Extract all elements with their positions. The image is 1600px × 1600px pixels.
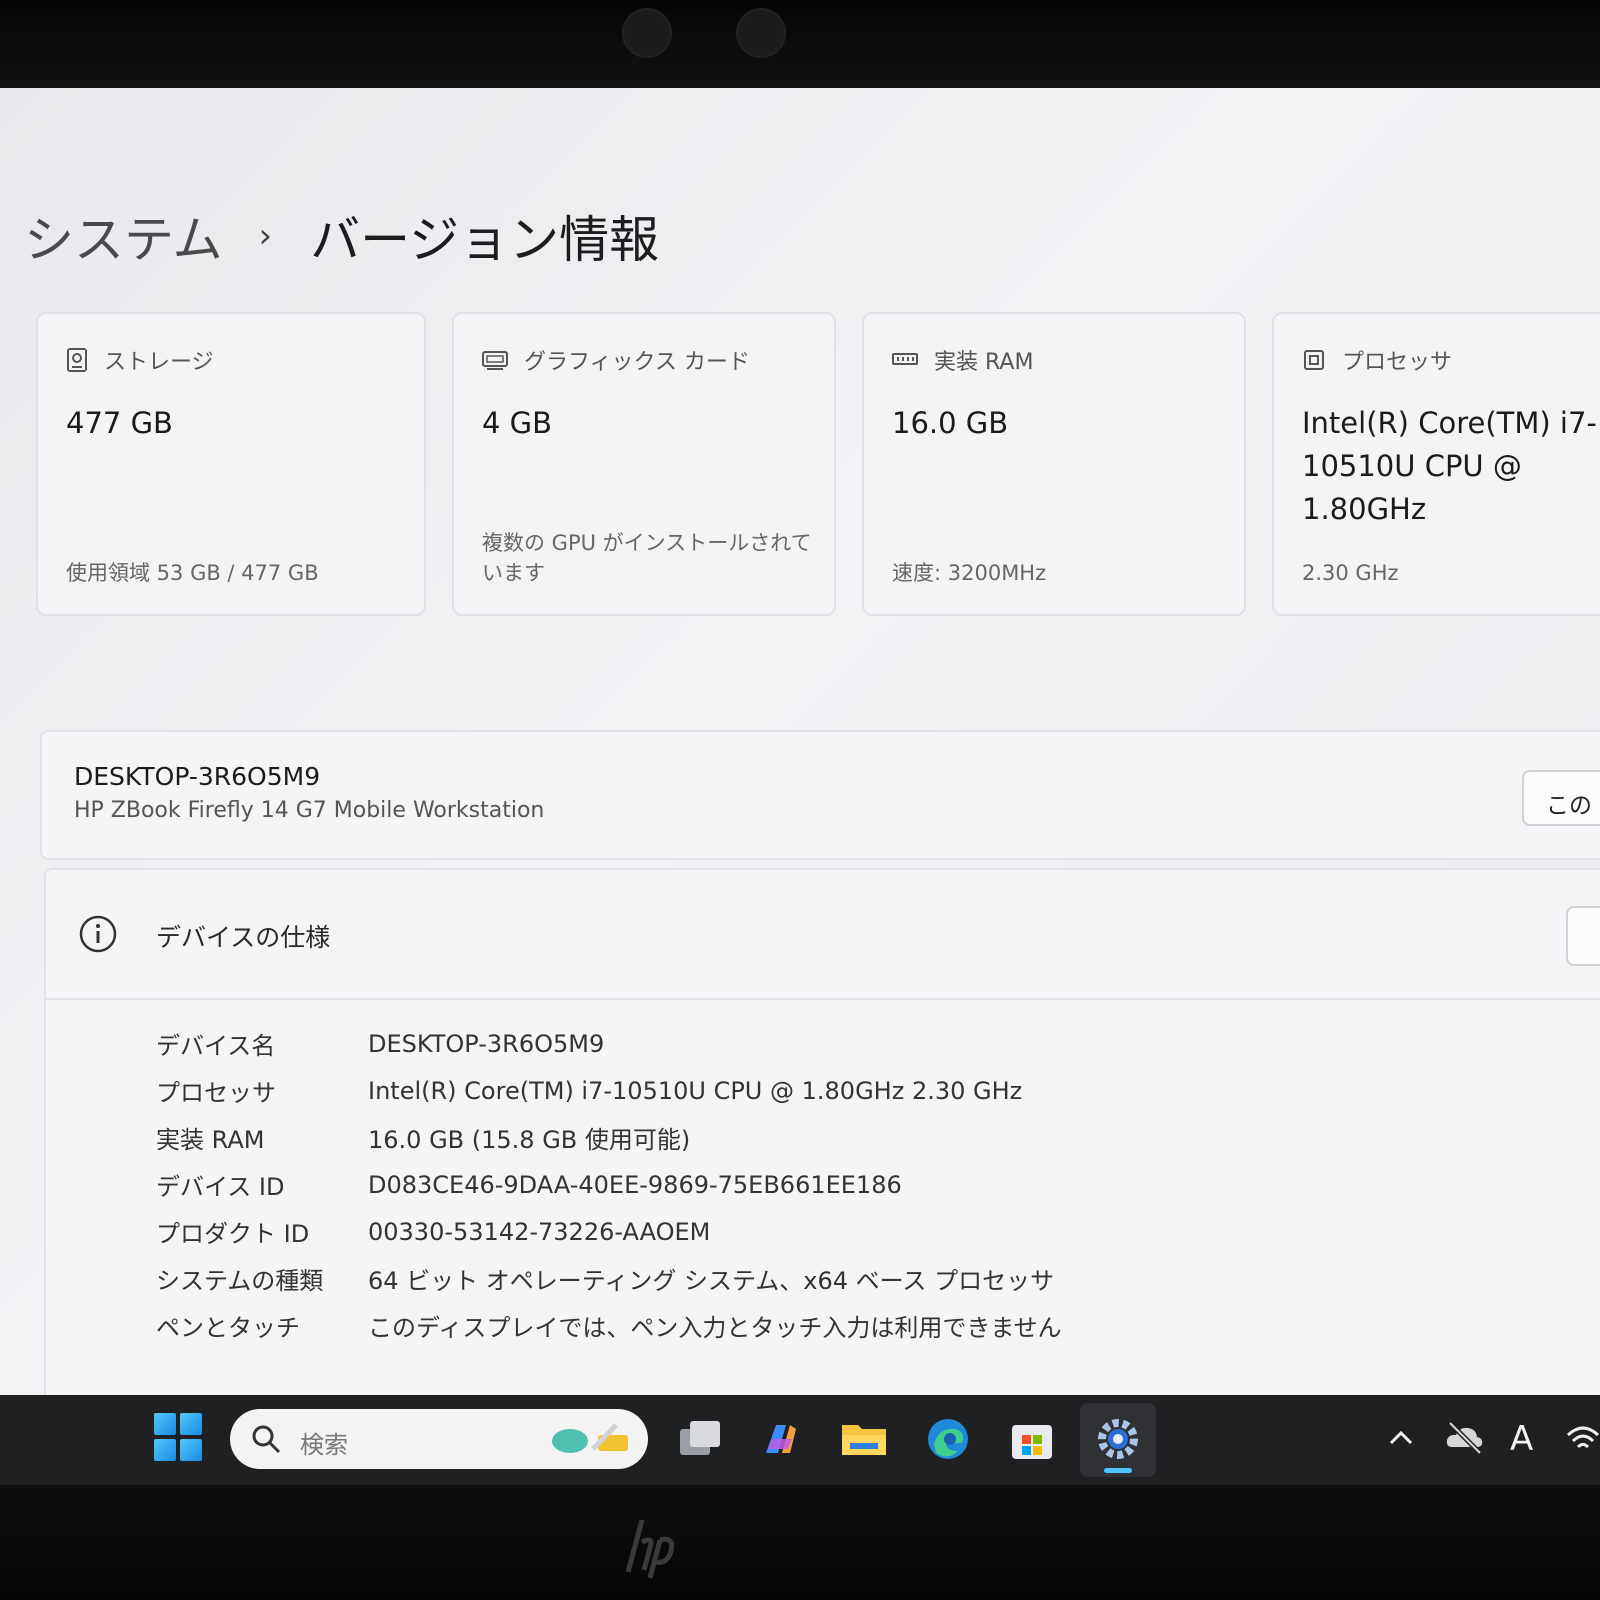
spec-key: システムの種類	[156, 1267, 324, 1295]
card-subtext: 複数の GPU がインストールされています	[482, 531, 812, 585]
task-view-icon[interactable]	[676, 1415, 724, 1463]
chevron-up-icon[interactable]	[1386, 1423, 1416, 1453]
spec-key: デバイス名	[156, 1032, 276, 1060]
search-placeholder: 検索	[300, 1431, 348, 1459]
taskbar-search[interactable]: 検索	[230, 1409, 648, 1469]
spec-key: デバイス ID	[156, 1173, 285, 1201]
spec-value: Intel(R) Core(TM) i7-10510U CPU @ 1.80GH…	[368, 1076, 1023, 1105]
spec-value: 64 ビット オペレーティング システム、x64 ベース プロセッサ	[368, 1267, 1055, 1295]
search-highlight-icon	[552, 1423, 628, 1453]
hp-logo	[625, 1519, 675, 1579]
card-subtext: 使用領域 53 GB / 477 GB	[66, 561, 319, 585]
card-value: 16.0 GB	[892, 406, 1009, 440]
device-name: DESKTOP-3R6O5M9	[74, 762, 321, 791]
chevron-right-icon: ›	[258, 216, 273, 256]
card-processor[interactable]: プロセッサ Intel(R) Core(TM) i7-10510U CPU @ …	[1272, 312, 1600, 616]
card-graphics[interactable]: グラフィックス カード 4 GB 複数の GPU がインストールされています	[452, 312, 836, 616]
ime-indicator[interactable]: A	[1510, 1419, 1533, 1459]
spec-value: DESKTOP-3R6O5M9	[368, 1029, 605, 1058]
rename-pc-button[interactable]: この F	[1522, 770, 1600, 826]
file-explorer-icon[interactable]	[840, 1415, 888, 1463]
settings-icon	[1098, 1419, 1138, 1459]
spec-value: 16.0 GB (15.8 GB 使用可能)	[368, 1126, 691, 1154]
card-ram[interactable]: 実装 RAM 16.0 GB 速度: 3200MHz	[862, 312, 1246, 616]
device-model: HP ZBook Firefly 14 G7 Mobile Workstatio…	[74, 798, 545, 823]
card-value: 4 GB	[482, 406, 553, 440]
device-name-bar: DESKTOP-3R6O5M9 HP ZBook Firefly 14 G7 M…	[40, 730, 1600, 860]
card-value: Intel(R) Core(TM) i7-10510U CPU @ 1.80GH…	[1302, 406, 1597, 526]
spec-key: プロセッサ	[156, 1079, 276, 1107]
taskbar: 検索 A	[0, 1395, 1600, 1485]
spec-value: 00330-53142-73226-AAOEM	[368, 1217, 711, 1246]
search-icon	[252, 1425, 281, 1454]
card-label: 実装 RAM	[934, 350, 1034, 375]
processor-icon	[1304, 350, 1324, 370]
edge-icon[interactable]	[924, 1415, 972, 1463]
spec-value: D083CE46-9DAA-40EE-9869-75EB661EE186	[368, 1170, 902, 1199]
spec-key: ペンとタッチ	[156, 1314, 300, 1342]
spec-row: ペンとタッチ このディスプレイでは、ペン入力とタッチ入力は利用できません	[156, 1302, 1062, 1349]
settings-window: システム › バージョン情報 ストレージ 477 GB 使用領域 53 GB /…	[0, 88, 1600, 1395]
spec-key: プロダクト ID	[156, 1220, 310, 1248]
spec-value: このディスプレイでは、ペン入力とタッチ入力は利用できません	[368, 1314, 1062, 1342]
card-storage[interactable]: ストレージ 477 GB 使用領域 53 GB / 477 GB	[36, 312, 426, 616]
card-subtext: 2.30 GHz	[1302, 561, 1399, 585]
settings-taskbar-button[interactable]	[1080, 1403, 1156, 1477]
spec-row: デバイス ID D083CE46-9DAA-40EE-9869-75EB661EE…	[156, 1161, 1062, 1208]
active-indicator	[1104, 1468, 1132, 1473]
device-spec-title: デバイスの仕様	[156, 923, 331, 952]
ram-icon	[892, 353, 918, 365]
storage-icon	[67, 348, 87, 372]
onedrive-icon[interactable]	[1444, 1419, 1484, 1455]
device-spec-section: デバイスの仕様 デバイス名 DESKTOP-3R6O5M9 プロセッサ Intel(…	[44, 868, 1600, 1395]
spec-row: プロセッサ Intel(R) Core(TM) i7-10510U CPU @ 1…	[156, 1067, 1062, 1114]
card-label: グラフィックス カード	[524, 350, 750, 375]
card-label: ストレージ	[104, 350, 214, 375]
spec-row: デバイス名 DESKTOP-3R6O5M9	[156, 1020, 1062, 1067]
device-spec-header[interactable]: デバイスの仕様	[46, 870, 1600, 1000]
camera-icon	[622, 8, 672, 58]
page-title: バージョン情報	[310, 211, 660, 269]
spec-row: 実装 RAM 16.0 GB (15.8 GB 使用可能)	[156, 1114, 1062, 1161]
breadcrumb-parent[interactable]: システム	[24, 200, 223, 272]
spec-key: 実装 RAM	[156, 1126, 265, 1154]
card-subtext: 速度: 3200MHz	[892, 561, 1047, 585]
card-label: プロセッサ	[1342, 350, 1453, 375]
screen-bezel-top	[0, 0, 1600, 88]
breadcrumb: システム › バージョン情報	[24, 200, 659, 272]
card-value: 477 GB	[66, 406, 173, 440]
copy-button[interactable]	[1566, 906, 1600, 966]
windows-start-icon[interactable]	[154, 1413, 202, 1461]
spec-row: プロダクト ID 00330-53142-73226-AAOEM	[156, 1208, 1062, 1255]
spec-row: システムの種類 64 ビット オペレーティング システム、x64 ベース プロセッ…	[156, 1255, 1062, 1302]
sensor-icon	[736, 8, 786, 58]
screen-bezel-bottom	[0, 1485, 1600, 1600]
info-icon	[79, 915, 117, 953]
graphics-card-icon	[482, 351, 508, 370]
wifi-icon[interactable]	[1566, 1421, 1600, 1455]
spec-table: デバイス名 DESKTOP-3R6O5M9 プロセッサ Intel(R) Core(…	[156, 1020, 1062, 1349]
copilot-icon[interactable]	[756, 1415, 804, 1463]
store-icon[interactable]	[1008, 1415, 1056, 1463]
